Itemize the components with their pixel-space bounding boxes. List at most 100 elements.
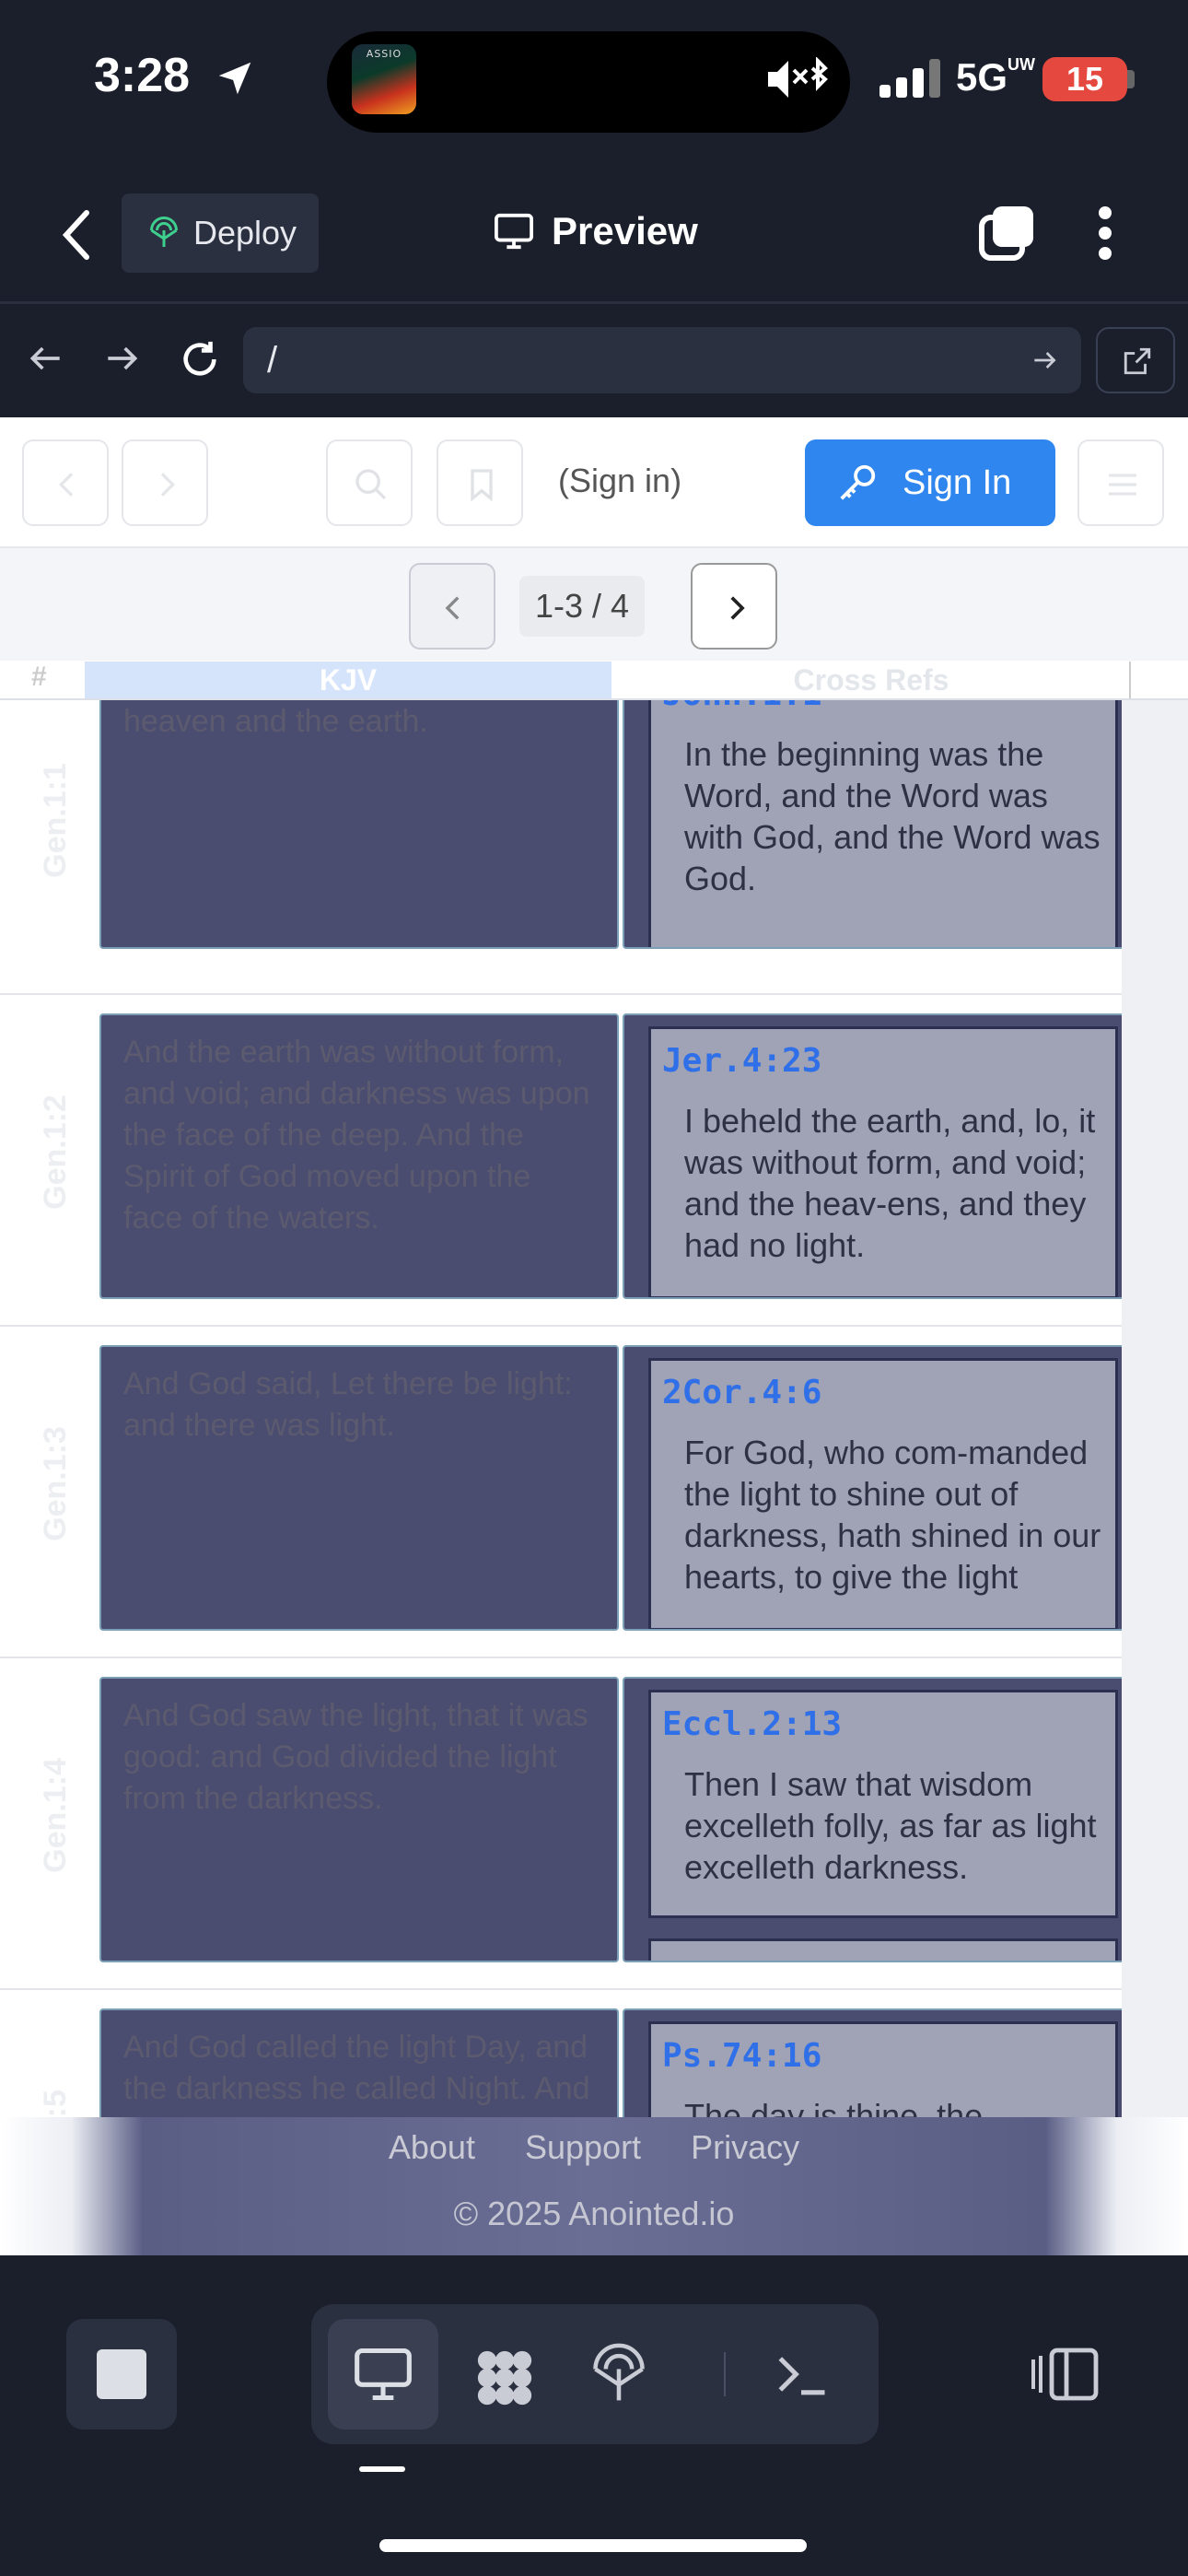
open-external-button[interactable] [1096, 327, 1175, 393]
preview-label: Preview [552, 209, 698, 252]
go-arrow-icon[interactable] [1030, 345, 1059, 375]
cross-ref-cell[interactable]: John.1:1 In the beginning was the Word, … [623, 700, 1140, 949]
column-header: # KJV Cross Refs [0, 662, 1188, 700]
more-vertical-icon[interactable] [1094, 205, 1116, 261]
tabs-icon[interactable] [978, 203, 1037, 262]
antenna-icon [593, 2343, 645, 2401]
ref-card[interactable]: Eccl.2:13 Then I saw that wisdom excelle… [648, 1690, 1118, 1918]
prev-page-button[interactable] [409, 563, 495, 650]
kjv-cell[interactable]: And God said, Let there be light: and th… [99, 1345, 619, 1631]
ref-title[interactable]: Eccl.2:13 [662, 1705, 1104, 1743]
menu-icon [1109, 474, 1136, 496]
status-time: 3:28 [94, 49, 191, 102]
mute-bluetooth-icon [768, 57, 828, 98]
kjv-cell[interactable]: And the earth was without form, and void… [99, 1013, 619, 1299]
verse-label: Gen.1:3 [37, 1425, 73, 1541]
url-value: / [267, 340, 278, 381]
signin-status: (Sign in) [558, 462, 682, 499]
home-indicator[interactable] [379, 2539, 807, 2552]
active-tab-indicator [359, 2466, 405, 2472]
battery-indicator: 15 [1042, 57, 1127, 101]
browser-back-icon[interactable] [26, 338, 66, 379]
site-footer: About Support Privacy © 2025 Anointed.io [0, 2117, 1188, 2255]
chevron-right-icon [730, 596, 745, 620]
bookmark-icon [471, 469, 493, 502]
ref-card[interactable]: John.1:1 In the beginning was the Word, … [648, 700, 1118, 947]
cross-ref-cell[interactable]: 2Cor.4:6 For God, who com-manded the lig… [623, 1345, 1140, 1631]
search-icon [355, 469, 387, 500]
footer-link-about[interactable]: About [389, 2128, 475, 2166]
ref-card[interactable]: Jer.4:23 I beheld the earth, and, lo, it… [648, 1026, 1118, 1297]
table-row: Gen.1:4 And God saw the light, that it w… [0, 1658, 1188, 1990]
stop-button[interactable] [66, 2319, 177, 2430]
battery-tip [1127, 70, 1135, 88]
ref-title[interactable]: Ps.74:16 [662, 2037, 1104, 2075]
browser-bar: / [0, 307, 1188, 417]
location-arrow-icon [218, 62, 251, 95]
panel-icon[interactable] [1030, 2345, 1103, 2404]
site-header: (Sign in) Sign In [0, 417, 1188, 548]
apps-tool-button[interactable] [446, 2319, 556, 2430]
verse-label: Gen.1:2 [37, 1094, 73, 1210]
search-button[interactable] [326, 439, 413, 526]
cross-ref-cell[interactable]: Eccl.2:13 Then I saw that wisdom excelle… [623, 1677, 1140, 1962]
preview-tool-button[interactable] [328, 2319, 438, 2430]
ref-title[interactable]: Jer.4:23 [662, 1042, 1104, 1080]
web-page: (Sign in) Sign In 1-3 / 4 # KJV Cross Re… [0, 417, 1188, 2255]
chevron-left-icon[interactable] [57, 207, 98, 263]
toolbar-divider [724, 2352, 726, 2396]
table-row: Gen.1:2 And the earth was without form, … [0, 995, 1188, 1327]
column-number-header: # [31, 662, 47, 692]
footer-links: About Support Privacy [0, 2128, 1188, 2167]
monitor-icon [495, 213, 533, 250]
chevron-left-icon [58, 473, 74, 497]
now-playing-thumbnail: ASSIO [352, 44, 416, 114]
bottom-toolbar [0, 2262, 1188, 2576]
scrollbar-track[interactable] [1122, 700, 1188, 2174]
kjv-cell[interactable]: And God saw the light, that it was good:… [99, 1677, 619, 1962]
bookmark-button[interactable] [437, 439, 523, 526]
network-type: 5GUW [956, 55, 1036, 99]
url-input[interactable]: / [243, 327, 1081, 393]
ref-title[interactable]: John.1:1 [662, 700, 1104, 713]
ref-title[interactable]: 2Cor.4:6 [662, 1374, 1104, 1411]
deploy-tool-button[interactable] [564, 2319, 674, 2430]
ref-card[interactable]: 2Cor.4:6 For God, who com-manded the lig… [648, 1358, 1118, 1629]
ref-text: In the beginning was the Word, and the W… [684, 735, 1101, 897]
apps-grid-icon [477, 2350, 532, 2406]
next-chapter-button[interactable] [122, 439, 208, 526]
menu-button[interactable] [1077, 439, 1164, 526]
column-kjv-header[interactable]: KJV [85, 662, 611, 698]
ref-card[interactable] [648, 1938, 1118, 1961]
chevron-right-icon [160, 473, 176, 497]
ref-text: I beheld the earth, and, lo, it was with… [684, 1102, 1096, 1264]
footer-copyright: © 2025 Anointed.io [453, 2195, 735, 2232]
terminal-icon [778, 2357, 825, 2395]
preview-title: Preview [493, 209, 698, 253]
kjv-cell[interactable]: In the beginning God created the heaven … [99, 700, 619, 949]
ref-text: Then I saw that wisdom excelleth folly, … [684, 1765, 1097, 1886]
stop-icon [97, 2349, 146, 2399]
browser-forward-icon[interactable] [101, 338, 142, 379]
column-cross-header[interactable]: Cross Refs [613, 662, 1131, 698]
table-row: Gen.1:1 In the beginning God created the… [0, 700, 1188, 995]
footer-link-support[interactable]: Support [525, 2128, 641, 2166]
cross-ref-cell[interactable]: Jer.4:23 I beheld the earth, and, lo, it… [623, 1013, 1140, 1299]
footer-link-privacy[interactable]: Privacy [691, 2128, 799, 2166]
verse-table: Gen.1:1 In the beginning God created the… [0, 700, 1188, 2174]
verse-label: Gen.1:1 [37, 762, 73, 878]
console-tool-button[interactable] [746, 2319, 856, 2430]
prev-chapter-button[interactable] [22, 439, 109, 526]
sign-in-button[interactable]: Sign In [805, 439, 1055, 526]
next-page-button[interactable] [691, 563, 777, 650]
sign-in-label: Sign In [903, 463, 1012, 502]
antenna-icon [150, 217, 178, 247]
app-bar: Deploy Preview [0, 161, 1188, 304]
ref-text: For God, who com-manded the light to shi… [684, 1434, 1101, 1596]
pagination-bar: 1-3 / 4 [0, 548, 1188, 834]
deploy-button[interactable]: Deploy [122, 193, 319, 273]
table-row: Gen.1:3 And God said, Let there be light… [0, 1327, 1188, 1658]
reload-icon[interactable] [179, 338, 221, 381]
key-icon [840, 464, 876, 500]
verse-label: Gen.1:4 [37, 1757, 73, 1873]
